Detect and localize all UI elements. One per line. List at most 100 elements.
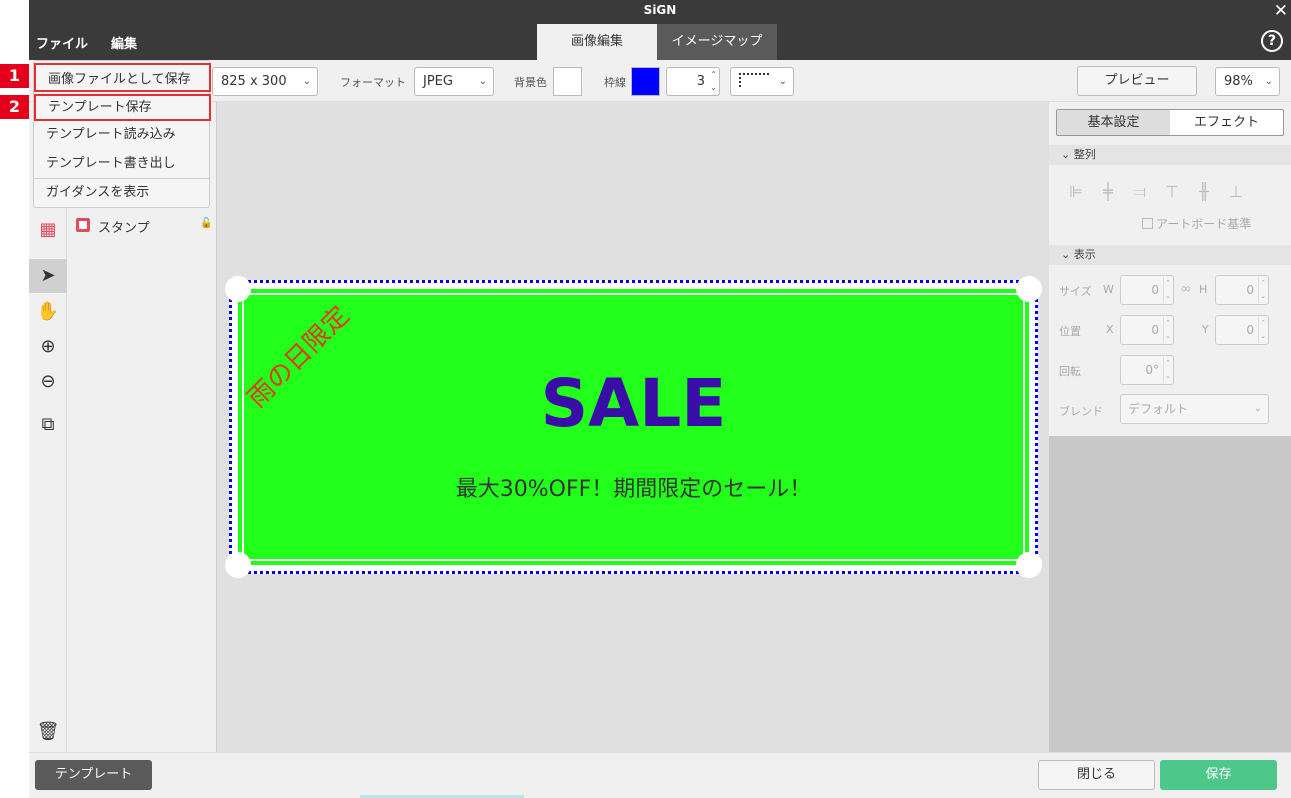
banner-corner	[225, 276, 251, 302]
blend-select[interactable]: デフォルト ⌄	[1120, 394, 1269, 424]
menu-item-show-guidance[interactable]: ガイダンスを表示	[34, 178, 211, 207]
size-label: サイズ	[1059, 285, 1092, 298]
format-select[interactable]: JPEG ⌄	[414, 67, 494, 96]
rotation-field[interactable]: 0° ⌃ ⌄	[1120, 355, 1174, 385]
align-left-icon[interactable]: ⊫	[1067, 182, 1085, 202]
zoom-in-icon[interactable]: ⊕	[29, 330, 67, 364]
menu-file[interactable]: ファイル	[36, 33, 88, 52]
x-value: 0	[1151, 323, 1159, 337]
menu-item-save-image[interactable]: 画像ファイルとして保存	[34, 63, 211, 92]
align-section-header[interactable]: ⌄ 整列	[1049, 145, 1291, 165]
align-top-icon[interactable]: ⊤	[1163, 182, 1181, 202]
stepper-arrows-icon[interactable]: ⌃ ⌄	[710, 68, 717, 94]
h-label: H	[1199, 283, 1208, 296]
close-icon[interactable]: ✕	[1274, 1, 1288, 21]
tab-image-map[interactable]: イメージマップ	[657, 24, 777, 60]
close-button[interactable]: 閉じる	[1038, 760, 1155, 790]
tab-image-edit[interactable]: 画像編集	[537, 24, 657, 60]
banner-corner	[1016, 276, 1042, 302]
align-bottom-icon[interactable]: ⊥	[1227, 182, 1245, 202]
chevron-down-icon: ⌄	[478, 76, 487, 87]
y-value: 0	[1246, 323, 1254, 337]
tab-effects[interactable]: エフェクト	[1170, 110, 1283, 135]
size-value: 825 x 300	[221, 74, 287, 89]
border-label: 枠線	[604, 76, 626, 89]
align-center-h-icon[interactable]: ╪	[1099, 182, 1117, 202]
y-label: Y	[1202, 323, 1209, 336]
align-right-icon[interactable]: ⫤	[1131, 182, 1149, 202]
align-buttons: ⊫ ╪ ⫤ ⊤ ╫ ⊥	[1067, 182, 1245, 202]
artboard-basis-checkbox[interactable]: アートボード基準	[1142, 215, 1251, 232]
duplicate-icon[interactable]: ⧉	[29, 408, 67, 442]
app-title: SiGN	[643, 3, 677, 17]
chevron-down-icon: ⌄	[302, 76, 311, 87]
checkbox-icon	[1142, 218, 1153, 229]
tab-basic-settings[interactable]: 基本設定	[1057, 110, 1170, 135]
bg-color-swatch[interactable]	[553, 67, 582, 96]
sale-banner[interactable]: 雨の日限定 SALE 最大30%OFF！期間限定のセール！	[225, 276, 1042, 578]
stepper-arrows-icon[interactable]: ⌃ ⌄	[1258, 277, 1267, 303]
menu-item-save-template[interactable]: テンプレート保存	[34, 94, 211, 121]
step-marker-1: 1	[0, 64, 29, 88]
height-field[interactable]: 0 ⌃ ⌄	[1215, 275, 1269, 305]
artboard-basis-label: アートボード基準	[1156, 217, 1252, 231]
stepper-arrows-icon[interactable]: ⌃ ⌄	[1163, 317, 1172, 343]
y-field[interactable]: 0 ⌃ ⌄	[1215, 315, 1269, 345]
properties-tabs: 基本設定 エフェクト	[1056, 109, 1284, 136]
size-select[interactable]: 825 x 300 ⌄	[212, 67, 318, 96]
grid-icon[interactable]: ▦	[29, 213, 67, 247]
toolbar: 825 x 300 ⌄ フォーマット JPEG ⌄ 背景色 枠線 3 ⌃ ⌄ ⌄ …	[29, 60, 1291, 102]
dotted-line-icon	[739, 73, 769, 87]
layer-label: スタンプ	[98, 221, 150, 236]
chevron-down-icon: ⌄	[1253, 403, 1262, 414]
lock-icon[interactable]: 🔓	[200, 218, 212, 229]
rotation-value: 0°	[1145, 363, 1159, 377]
menu-bar: ファイル 編集 画像編集 イメージマップ ?	[29, 22, 1291, 60]
stepper-arrows-icon[interactable]: ⌃ ⌄	[1163, 277, 1172, 303]
stepper-arrows-icon[interactable]: ⌃ ⌄	[1258, 317, 1267, 343]
select-arrow-icon[interactable]: ➤	[29, 259, 67, 293]
help-icon[interactable]: ?	[1261, 30, 1283, 52]
layer-item[interactable]: スタンプ 🔓	[67, 213, 217, 237]
stamp-icon	[76, 218, 90, 232]
stepper-arrows-icon[interactable]: ⌃ ⌄	[1163, 357, 1172, 383]
border-width-stepper[interactable]: 3 ⌃ ⌄	[666, 67, 720, 96]
hand-icon[interactable]: ✋	[29, 295, 67, 329]
bottom-bar: テンプレート 閉じる 保存	[29, 752, 1291, 798]
border-width-value: 3	[696, 74, 705, 89]
save-button[interactable]: 保存	[1160, 760, 1277, 790]
trash-icon[interactable]: 🗑	[29, 715, 67, 749]
width-field[interactable]: 0 ⌃ ⌄	[1120, 275, 1174, 305]
banner-corner	[1016, 552, 1042, 578]
border-style-select[interactable]: ⌄	[730, 67, 794, 96]
artboard[interactable]: 雨の日限定 SALE 最大30%OFF！期間限定のセール！	[225, 276, 1042, 578]
x-field[interactable]: 0 ⌃ ⌄	[1120, 315, 1174, 345]
format-label: フォーマット	[340, 76, 406, 89]
menu-item-load-template[interactable]: テンプレート読み込み	[34, 120, 211, 149]
subline-text[interactable]: 最大30%OFF！期間限定のセール！	[238, 471, 1029, 503]
preview-button[interactable]: プレビュー	[1077, 66, 1197, 96]
menu-item-export-template[interactable]: テンプレート書き出し	[34, 149, 211, 178]
zoom-value: 98%	[1224, 74, 1253, 89]
width-value: 0	[1151, 283, 1159, 297]
border-color-swatch[interactable]	[631, 67, 660, 96]
chevron-down-icon: ⌄	[778, 76, 787, 87]
display-section-label: 表示	[1073, 248, 1096, 261]
height-value: 0	[1246, 283, 1254, 297]
link-icon[interactable]: ∞	[1180, 281, 1192, 297]
align-middle-v-icon[interactable]: ╫	[1195, 182, 1213, 202]
properties-content: 基本設定 エフェクト ⌄ 整列 ⊫ ╪ ⫤ ⊤ ╫ ⊥ アートボード基準 ⌄ 表…	[1049, 102, 1291, 436]
zoom-select[interactable]: 98% ⌄	[1215, 67, 1280, 96]
template-button[interactable]: テンプレート	[35, 760, 152, 790]
title-bar: SiGN ✕	[29, 0, 1291, 22]
properties-panel: 基本設定 エフェクト ⌄ 整列 ⊫ ╪ ⫤ ⊤ ╫ ⊥ アートボード基準 ⌄ 表…	[1049, 102, 1291, 752]
zoom-out-icon[interactable]: ⊖	[29, 365, 67, 399]
display-section-header[interactable]: ⌄ 表示	[1049, 245, 1291, 265]
position-label: 位置	[1059, 325, 1081, 338]
headline-text[interactable]: SALE	[238, 365, 1029, 442]
align-section-label: 整列	[1073, 148, 1096, 161]
menu-edit[interactable]: 編集	[111, 33, 137, 52]
chevron-down-icon: ⌄	[1264, 76, 1273, 87]
file-menu-dropdown: 画像ファイルとして保存 テンプレート保存 テンプレート読み込み テンプレート書き…	[33, 60, 211, 208]
app-window: SiGN ✕ ファイル 編集 画像編集 イメージマップ ? 825 x 300 …	[0, 0, 1291, 798]
